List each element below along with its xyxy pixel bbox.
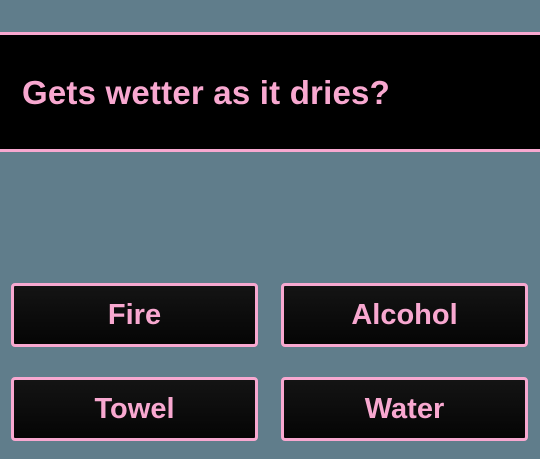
answer-button-water[interactable]: Water <box>281 377 528 441</box>
answer-button-fire[interactable]: Fire <box>11 283 258 347</box>
question-bar: Gets wetter as it dries? <box>0 32 540 152</box>
question-text: Gets wetter as it dries? <box>22 74 390 111</box>
answer-button-alcohol[interactable]: Alcohol <box>281 283 528 347</box>
answer-button-towel[interactable]: Towel <box>11 377 258 441</box>
